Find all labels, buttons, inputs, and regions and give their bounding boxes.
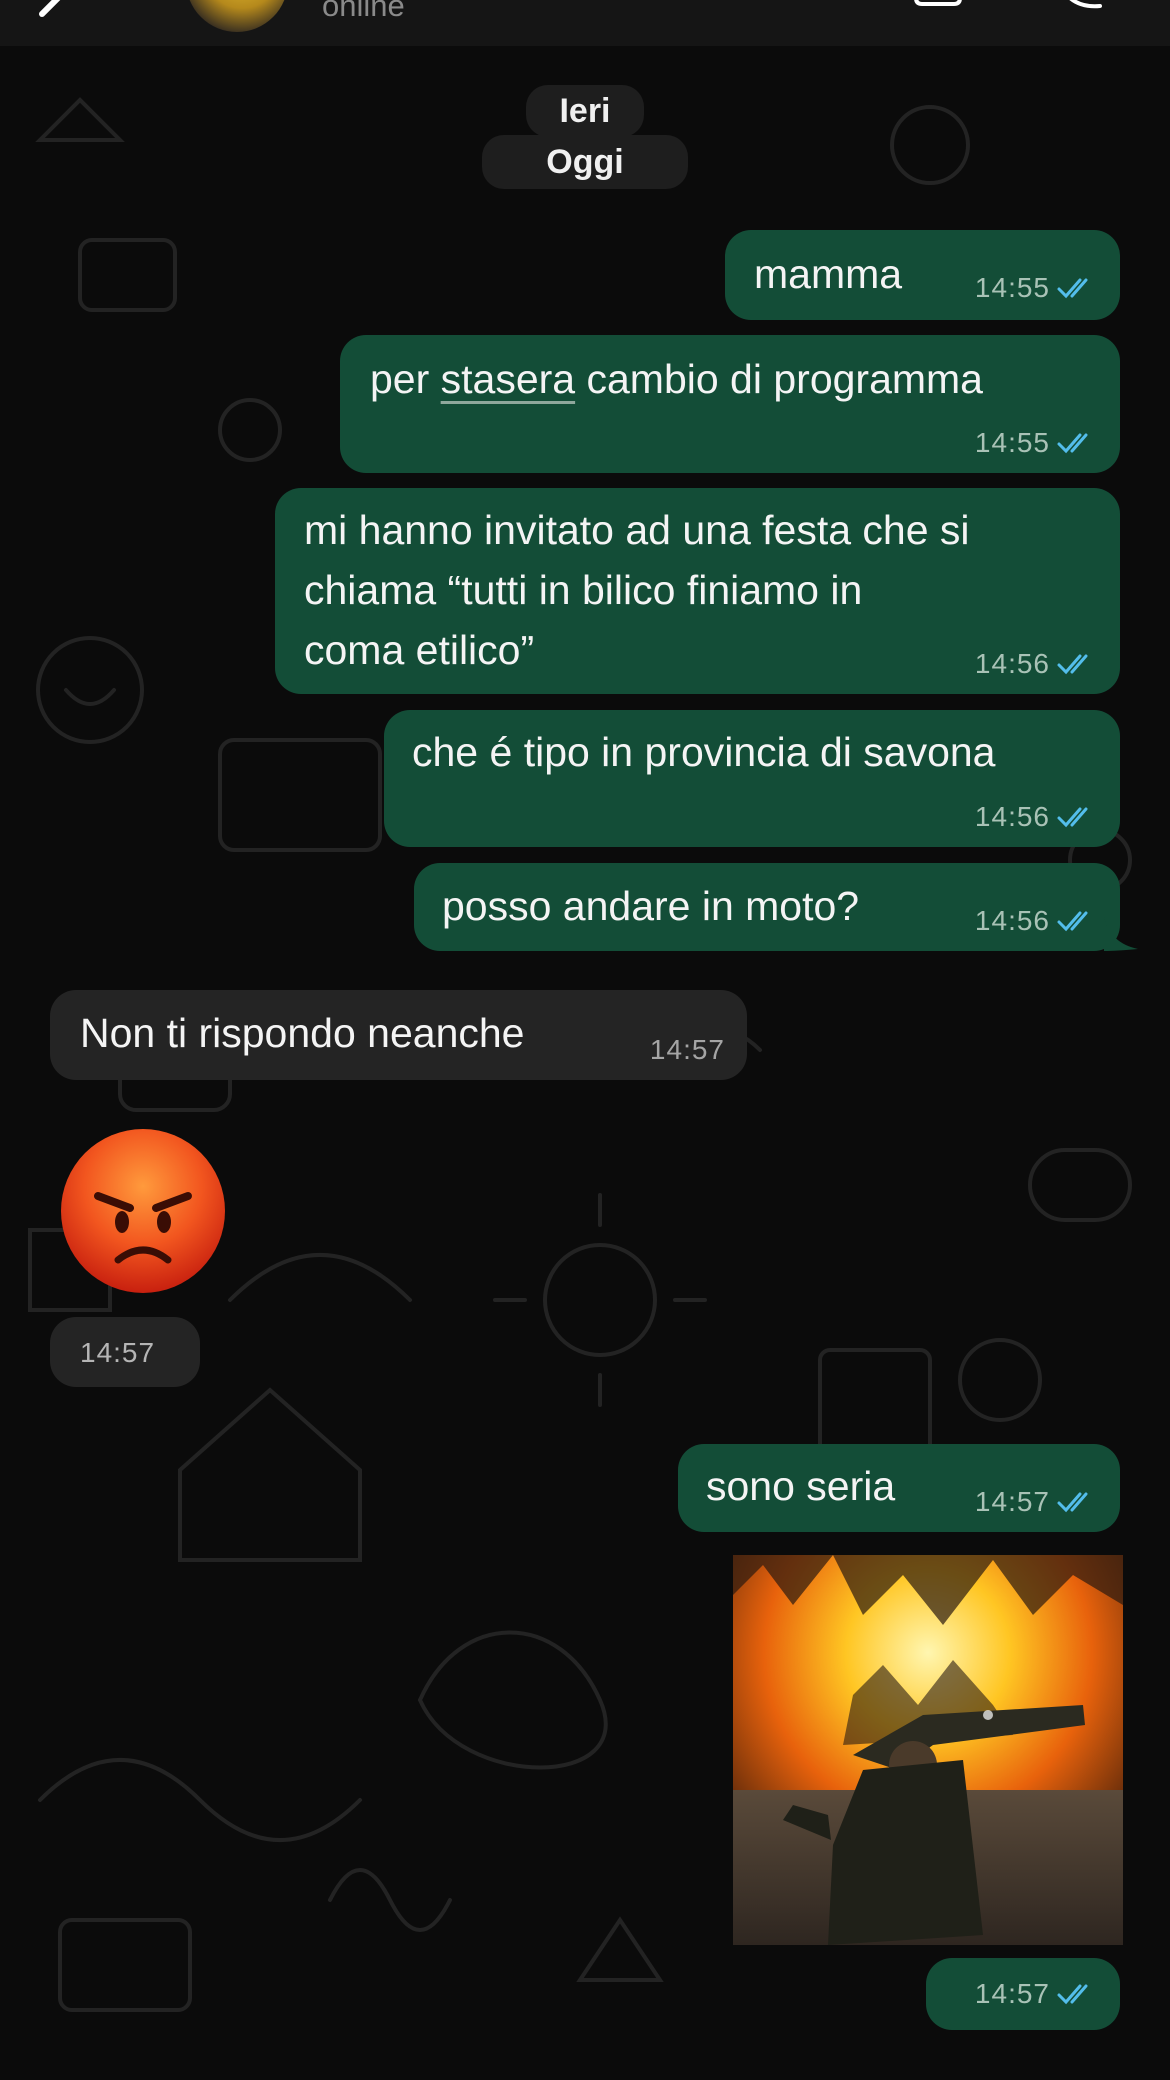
message-time: 14:55 [974,272,1050,303]
message-text: che é tipo in provincia di savona [412,729,996,775]
read-ticks-icon [1057,433,1088,454]
chat-header: online [0,0,1170,46]
read-ticks-icon [1057,1492,1088,1513]
detected-date-link[interactable]: stasera [441,356,575,402]
gif-fire-scene [733,1555,1123,1945]
incoming-time-chip: 14:57 [50,1317,200,1387]
outgoing-time-chip: 14:57 [926,1958,1120,2030]
outgoing-message[interactable]: mamma 14:55 [725,230,1120,320]
shared-gif-image[interactable] [733,1555,1123,1945]
message-time: 14:56 [974,801,1050,832]
message-text: per stasera cambio di programma [370,356,983,402]
angry-face-emoji[interactable] [60,1128,226,1294]
read-ticks-icon [1057,1984,1088,2005]
message-text: mamma [754,251,903,297]
outgoing-message[interactable]: che é tipo in provincia di savona 14:56 [384,710,1120,847]
message-time: 14:56 [974,648,1050,679]
read-ticks-icon [1057,278,1088,299]
phone-call-icon[interactable] [1060,0,1120,14]
message-time: 14:57 [974,1486,1050,1517]
read-ticks-icon [1057,654,1088,675]
message-time: 14:57 [80,1337,156,1368]
message-text: posso andare in moto? [442,883,860,929]
read-ticks-icon [1057,807,1088,828]
message-time: 14:55 [974,427,1050,458]
outgoing-message[interactable]: sono seria 14:57 [678,1444,1120,1532]
date-separator-yesterday: Ieri [526,85,644,137]
message-time: 14:57 [974,1978,1050,2009]
outgoing-message[interactable]: per stasera cambio di programma 14:55 [340,335,1120,473]
contact-status: online [322,0,405,23]
outgoing-message[interactable]: mi hanno invitato ad una festa che si ch… [275,488,1120,694]
message-text: sono seria [706,1463,896,1509]
outgoing-message[interactable]: posso andare in moto? 14:56 [414,863,1138,951]
message-text: Non ti rispondo neanche [80,1010,525,1056]
date-separator-today: Oggi [482,135,688,189]
message-time: 14:57 [649,1034,725,1065]
bubble-tail [1104,917,1138,951]
incoming-message[interactable]: Non ti rispondo neanche 14:57 [50,990,747,1080]
message-time: 14:56 [974,905,1050,936]
contact-avatar[interactable] [186,0,288,32]
back-arrow-icon[interactable] [30,0,70,30]
video-call-icon[interactable] [912,0,972,10]
message-text: mi hanno invitato ad una festa che si ch… [304,507,970,673]
read-ticks-icon [1057,911,1088,932]
